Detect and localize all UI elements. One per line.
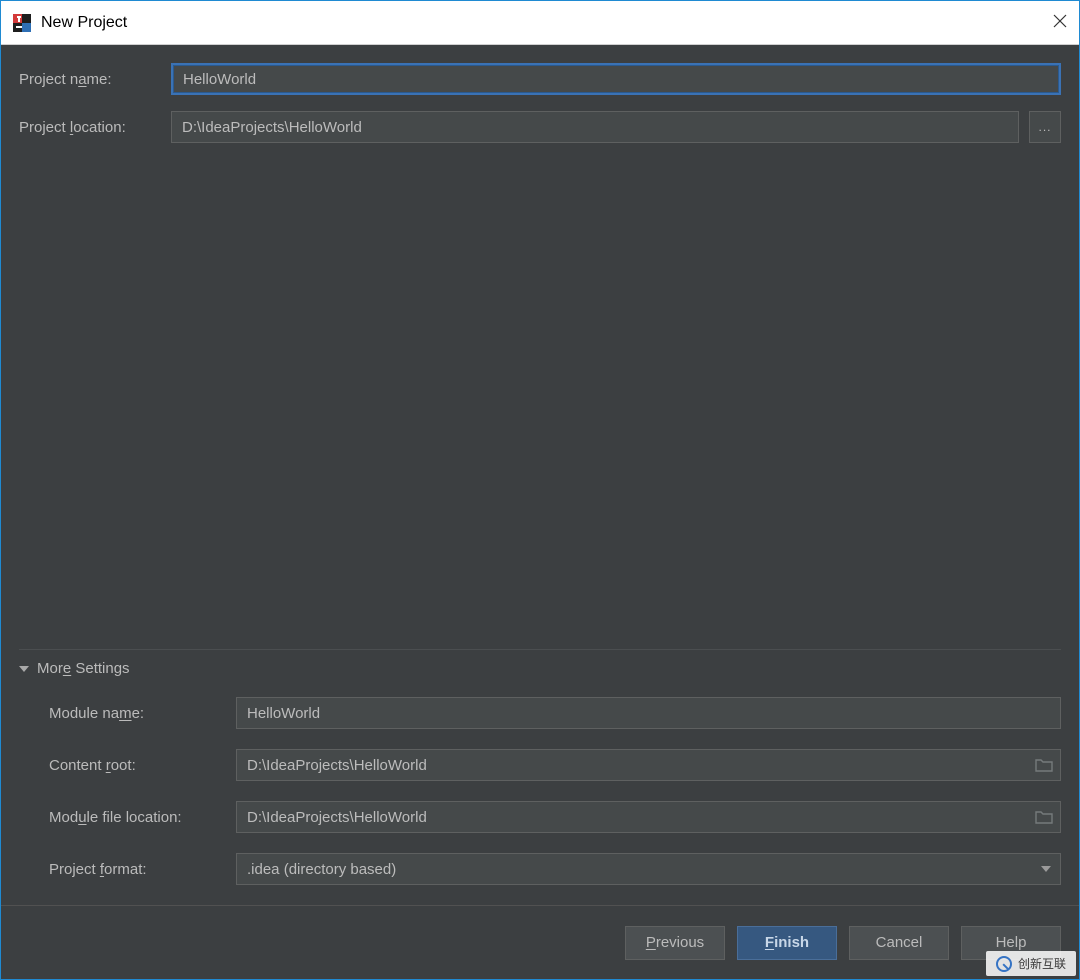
chevron-down-icon <box>1041 866 1051 872</box>
project-name-row: Project name: <box>19 63 1061 95</box>
window-title: New Project <box>41 14 1053 32</box>
project-name-label: Project name: <box>19 71 159 88</box>
project-location-label: Project location: <box>19 119 159 136</box>
close-button[interactable] <box>1053 14 1067 32</box>
intellij-icon <box>13 14 31 32</box>
content-root-label: Content root: <box>49 757 224 774</box>
help-button[interactable]: Help <box>961 926 1061 960</box>
dialog-content: Project name: Project location: ... More… <box>1 45 1079 905</box>
project-format-value[interactable] <box>236 853 1061 885</box>
folder-icon <box>1035 810 1053 824</box>
browse-location-button[interactable]: ... <box>1029 111 1061 143</box>
content-root-input[interactable] <box>236 749 1061 781</box>
module-file-location-input[interactable] <box>236 801 1061 833</box>
cancel-button[interactable]: Cancel <box>849 926 949 960</box>
project-name-input[interactable] <box>171 63 1061 95</box>
dialog-footer: Previous Finish Cancel Help <box>1 905 1079 979</box>
close-icon <box>1053 14 1067 28</box>
project-format-select[interactable] <box>236 853 1061 885</box>
project-location-input[interactable] <box>171 111 1019 143</box>
title-bar: New Project <box>1 1 1079 45</box>
module-file-location-row: Module file location: <box>49 801 1061 833</box>
module-file-location-label: Module file location: <box>49 809 224 826</box>
folder-icon <box>1035 758 1053 772</box>
module-name-input[interactable] <box>236 697 1061 729</box>
previous-button[interactable]: Previous <box>625 926 725 960</box>
finish-button[interactable]: Finish <box>737 926 837 960</box>
project-format-label: Project format: <box>49 861 224 878</box>
more-settings-toggle[interactable]: More Settings <box>19 649 1061 677</box>
chevron-down-icon <box>19 666 29 672</box>
project-location-row: Project location: ... <box>19 111 1061 143</box>
project-format-row: Project format: <box>49 853 1061 885</box>
module-name-row: Module name: <box>49 697 1061 729</box>
module-name-label: Module name: <box>49 705 224 722</box>
content-root-row: Content root: <box>49 749 1061 781</box>
